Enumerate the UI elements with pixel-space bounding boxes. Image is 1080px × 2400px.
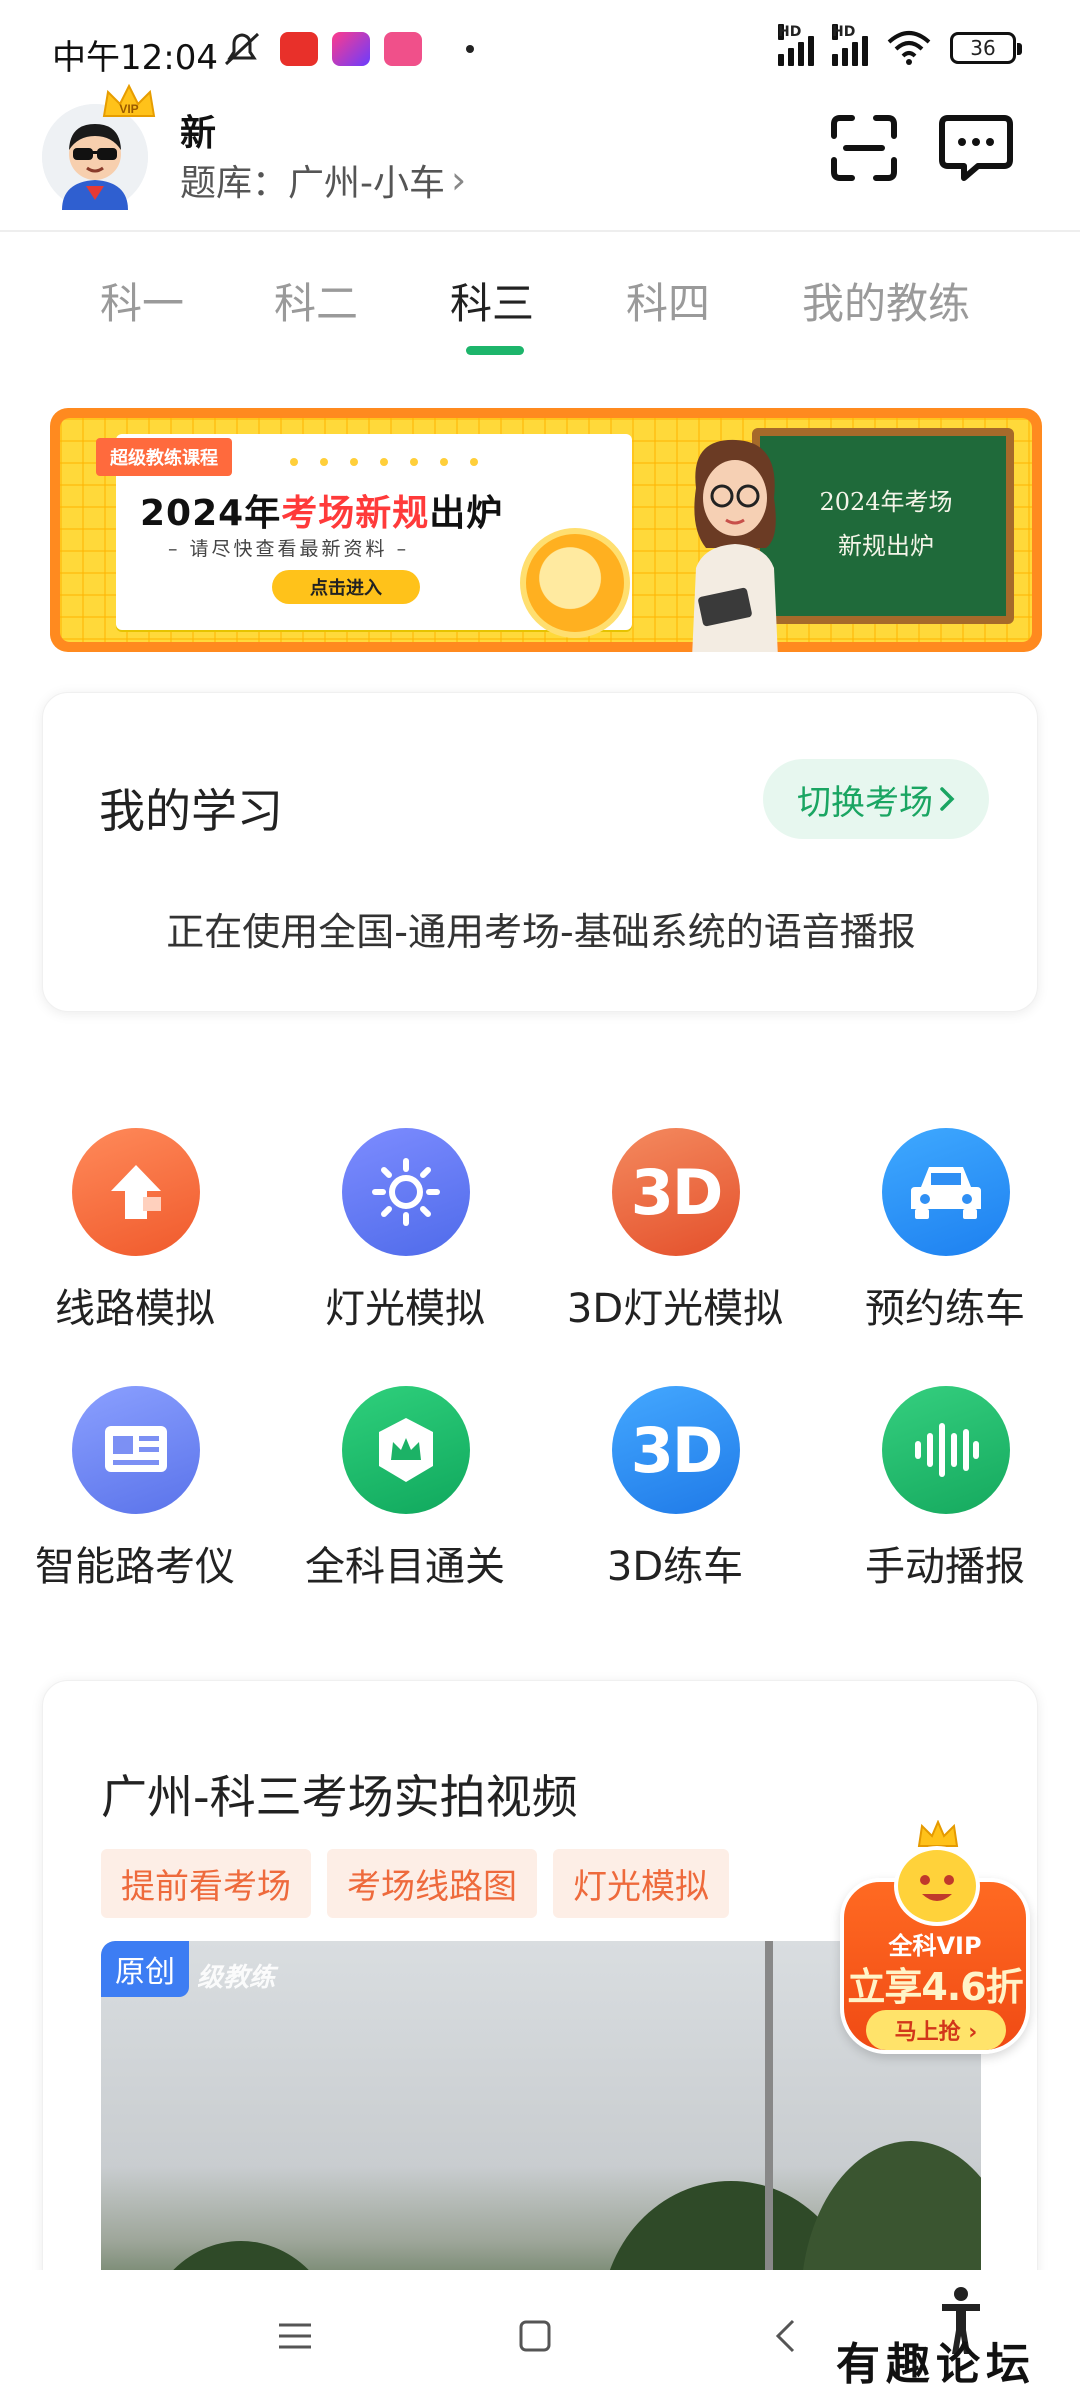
promo-banner[interactable]: 超级教练课程 2024年考场新规出炉 – 请尽快查看最新资料 – 点击进入 20… — [50, 408, 1042, 652]
active-tab-indicator — [466, 346, 524, 355]
app-notification-icon — [332, 32, 370, 66]
switch-exam-site-button[interactable]: 切换考场 — [763, 759, 989, 839]
chevron-right-icon — [940, 787, 955, 811]
app-notification-icon — [384, 32, 422, 66]
battery-icon: 36 — [950, 32, 1022, 64]
sun-icon — [342, 1128, 470, 1256]
video-watermark: 级教练 — [197, 1963, 276, 1993]
car-icon — [882, 1128, 1010, 1256]
switch-exam-site-label: 切换考场 — [797, 782, 933, 823]
question-bank-selector[interactable]: 题库：广州-小车 › — [180, 154, 466, 206]
status-right: HD HD 36 — [778, 24, 1022, 66]
signal-hd-label: HD — [832, 24, 856, 40]
banner-title: 2024年考场新规出炉 — [140, 484, 503, 536]
svg-text:VIP: VIP — [119, 102, 138, 116]
feature-route-simulation[interactable]: 线路模拟 — [0, 1128, 270, 1338]
video-chips: 提前看考场 考场线路图 灯光模拟 — [101, 1849, 729, 1918]
feature-all-subjects-pass[interactable]: 全科目通关 — [270, 1386, 540, 1596]
feature-label: 3D灯光模拟 — [566, 1286, 784, 1332]
tab-subject-3[interactable]: 科三 — [450, 270, 534, 331]
scan-icon[interactable] — [828, 112, 900, 184]
feature-light-simulation[interactable]: 灯光模拟 — [270, 1128, 540, 1338]
menu-icon[interactable] — [270, 2314, 320, 2358]
status-bar: 中午12:04 HD HD 36 — [0, 0, 1080, 100]
vip-discount: 立享4.6折 — [847, 1965, 1023, 2009]
original-badge: 原创 — [101, 1941, 189, 1997]
banner-title-suffix: 出炉 — [429, 493, 504, 534]
vip-discount-float[interactable]: 全科VIP 立享4.6折 马上抢 › — [836, 1820, 1034, 2064]
mute-icon — [224, 32, 260, 66]
feature-manual-broadcast[interactable]: 手动播报 — [810, 1386, 1080, 1596]
feature-3d-light-simulation[interactable]: 3D 3D灯光模拟 — [540, 1128, 810, 1338]
feature-label: 全科目通关 — [305, 1544, 505, 1590]
question-bank-label: 题库：广州-小车 — [180, 163, 445, 204]
feature-label: 智能路考仪 — [35, 1544, 235, 1590]
tab-subject-1[interactable]: 科一 — [100, 270, 184, 331]
tab-my-coach[interactable]: 我的教练 — [802, 270, 970, 331]
tab-subject-2[interactable]: 科二 — [274, 270, 358, 331]
feature-label: 3D练车 — [606, 1544, 744, 1590]
chip-preview-site[interactable]: 提前看考场 — [101, 1849, 311, 1918]
3d-icon: 3D — [612, 1386, 740, 1514]
subject-tabs: 科一 科二 科三 科四 我的教练 — [0, 262, 1080, 362]
3d-icon: 3D — [612, 1128, 740, 1256]
3d-glyph: 3D — [630, 1413, 724, 1487]
crown-badge-icon — [342, 1386, 470, 1514]
feature-label: 线路模拟 — [55, 1286, 215, 1332]
banner-title-highlight: 考场新规 — [281, 493, 430, 534]
forum-watermark: 有趣论坛 — [836, 2339, 1036, 2390]
chalkboard-line-1: 2024年考场 — [819, 488, 953, 516]
profile-header: VIP 新 题库：广州-小车 › — [0, 83, 1080, 232]
feature-label: 手动播报 — [865, 1544, 1025, 1590]
status-notification-icons — [222, 30, 474, 68]
my-study-card: 我的学习 切换考场 正在使用全国-通用考场-基础系统的语音播报 — [42, 692, 1038, 1012]
chip-route-map[interactable]: 考场线路图 — [327, 1849, 537, 1918]
my-study-title: 我的学习 — [99, 784, 283, 838]
banner-tag: 超级教练课程 — [96, 438, 232, 476]
app-notification-icon — [280, 32, 318, 66]
banner-subtitle: – 请尽快查看最新资料 – — [168, 538, 410, 560]
teacher-illustration — [692, 439, 778, 652]
vip-grab-button[interactable]: 马上抢 › — [866, 2010, 1006, 2050]
chip-light-simulation[interactable]: 灯光模拟 — [553, 1849, 729, 1918]
soundwave-icon — [882, 1386, 1010, 1514]
feature-book-practice[interactable]: 预约练车 — [810, 1128, 1080, 1338]
signal-hd-label: HD — [778, 24, 802, 40]
chevron-right-icon: › — [451, 158, 467, 202]
signal-icon: HD — [832, 24, 868, 66]
smiley-icon — [894, 1846, 980, 1926]
clock-illustration — [520, 528, 630, 638]
banner-enter-button[interactable]: 点击进入 — [272, 570, 420, 604]
banner-title-prefix: 2024年 — [140, 493, 282, 534]
arrow-up-icon — [72, 1128, 200, 1256]
voice-system-description: 正在使用全国-通用考场-基础系统的语音播报 — [166, 910, 916, 954]
tab-subject-4[interactable]: 科四 — [626, 270, 710, 331]
status-time: 中午12:04 — [52, 38, 218, 78]
3d-glyph: 3D — [630, 1155, 724, 1229]
video-section-title: 广州-科三考场实拍视频 — [101, 1770, 578, 1824]
more-notifications-dot — [466, 45, 474, 53]
message-icon[interactable] — [938, 112, 1014, 184]
chalkboard-line-2: 新规出炉 — [838, 532, 934, 560]
signal-icon: HD — [778, 24, 814, 66]
device-icon — [72, 1386, 200, 1514]
feature-3d-practice[interactable]: 3D 3D练车 — [540, 1386, 810, 1596]
vip-crown-icon: VIP — [102, 83, 156, 117]
home-icon[interactable] — [510, 2314, 560, 2358]
feature-smart-road-test[interactable]: 智能路考仪 — [0, 1386, 270, 1596]
user-name: 新 — [180, 113, 217, 154]
feature-label: 预约练车 — [865, 1286, 1025, 1332]
back-icon[interactable] — [760, 2314, 810, 2358]
banner-dots — [290, 458, 478, 466]
wifi-icon — [887, 31, 931, 65]
avatar[interactable]: VIP — [42, 83, 156, 210]
chalkboard-text: 2024年考场 新规出炉 — [776, 480, 996, 568]
feature-label: 灯光模拟 — [325, 1286, 485, 1332]
